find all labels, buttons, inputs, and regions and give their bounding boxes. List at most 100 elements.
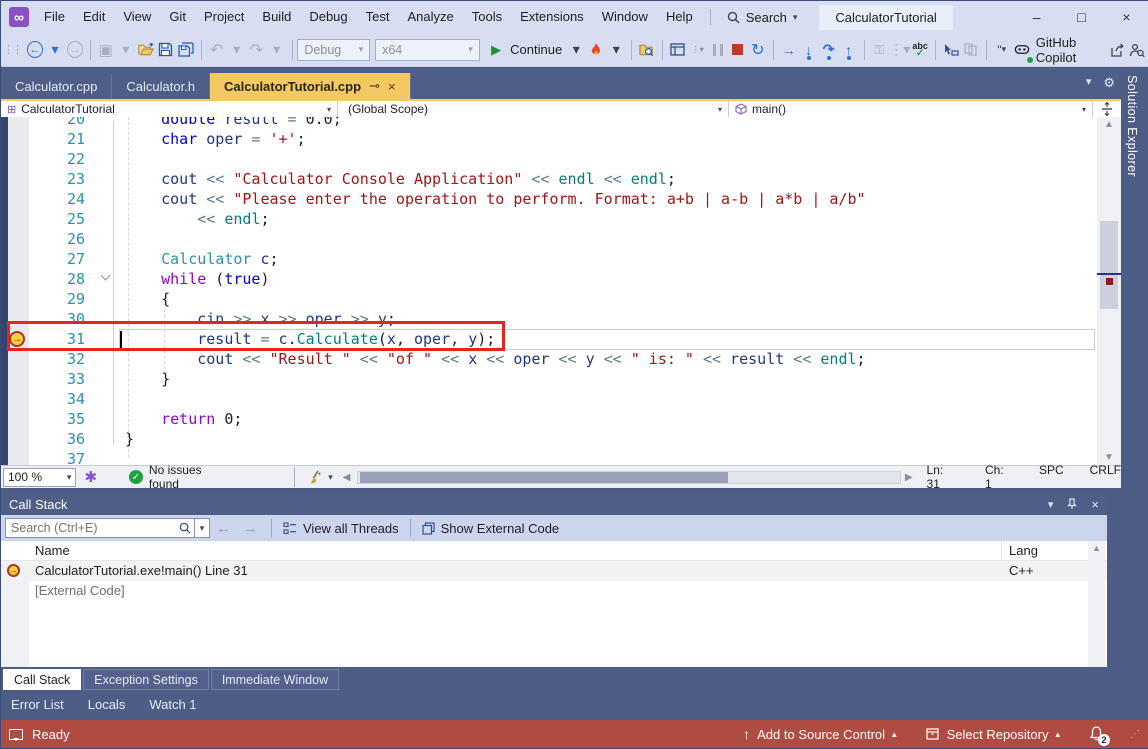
column-lang[interactable]: Lang — [1009, 543, 1038, 558]
code-cleanup-dropdown[interactable]: ▾ — [328, 472, 333, 483]
github-copilot-icon[interactable] — [1012, 38, 1032, 62]
function-dropdown[interactable]: main()▾ — [729, 101, 1093, 117]
panel-tab-call-stack[interactable]: Call Stack — [3, 669, 81, 690]
show-next-statement-icon[interactable]: → — [779, 38, 799, 62]
notifications-bell-icon[interactable]: 2 — [1088, 725, 1106, 743]
call-stack-search[interactable]: ▾ — [5, 518, 210, 538]
search-input[interactable] — [6, 521, 179, 535]
previous-frame-icon[interactable]: ← — [216, 520, 231, 537]
panel-tab-immediate-window[interactable]: Immediate Window — [211, 669, 339, 690]
intellicode-icon[interactable]: ✱ — [84, 468, 97, 486]
code-line-28[interactable]: 28 while (true) — [1, 269, 1097, 289]
split-window-handle[interactable] — [1093, 101, 1121, 117]
view-all-threads-button[interactable]: View all Threads — [279, 521, 403, 536]
tab-calculator-h[interactable]: Calculator.h — [112, 73, 210, 99]
search-button[interactable]: Search ▾ — [719, 10, 806, 25]
solution-platforms-dropdown[interactable]: x64▾ — [375, 39, 480, 61]
editor-horizontal-scrollbar[interactable] — [357, 471, 900, 484]
tab-list-dropdown-icon[interactable]: ▾ — [1086, 75, 1092, 91]
line-indicator[interactable]: Ln: 31 — [927, 463, 959, 491]
select-repository-button[interactable]: Select Repository ▴ — [915, 727, 1070, 742]
resize-grip[interactable]: ⋰ — [1130, 729, 1141, 740]
navigate-back-button[interactable]: ← — [25, 38, 45, 62]
show-external-code-button[interactable]: Show External Code — [418, 521, 564, 536]
menu-edit[interactable]: Edit — [74, 1, 114, 33]
find-in-files-icon[interactable] — [637, 38, 657, 62]
step-into-icon[interactable]: ↓ — [799, 38, 819, 62]
window-position-icon[interactable]: ▾ — [1048, 498, 1054, 511]
call-stack-header[interactable]: Call Stack ▾ × — [1, 493, 1107, 515]
menu-project[interactable]: Project — [195, 1, 253, 33]
close-panel-icon[interactable]: × — [1091, 497, 1099, 512]
redo-icon[interactable]: ↷ — [247, 38, 267, 62]
scrollbar-thumb[interactable] — [1100, 221, 1118, 309]
pin-tab-icon[interactable]: ⊸ — [369, 78, 380, 94]
scroll-down-icon[interactable]: ▼ — [1097, 452, 1121, 463]
column-indicator[interactable]: Ch: 1 — [985, 463, 1013, 491]
menu-help[interactable]: Help — [657, 1, 702, 33]
code-line-29[interactable]: 29 { — [1, 289, 1097, 309]
bottom-tab-error-list[interactable]: Error List — [11, 697, 64, 712]
scroll-up-icon[interactable]: ▲ — [1088, 543, 1105, 553]
column-name[interactable]: Name — [35, 543, 70, 558]
continue-dropdown[interactable]: ▾ — [566, 38, 586, 62]
scope-dropdown[interactable]: (Global Scope)▾ — [338, 101, 729, 117]
diagnostics-dropdown[interactable]: ⋮▾ — [889, 38, 910, 62]
panel-tab-exception-settings[interactable]: Exception Settings — [83, 669, 209, 690]
fold-chevron-icon[interactable] — [101, 271, 111, 281]
hscrollbar-thumb[interactable] — [360, 472, 728, 483]
solution-configurations-dropdown[interactable]: Debug▾ — [297, 39, 370, 61]
tab-calculatortutorial-cpp[interactable]: CalculatorTutorial.cpp⊸× — [210, 73, 411, 99]
hot-reload-dropdown[interactable]: ▾ — [606, 38, 626, 62]
editor-vertical-scrollbar[interactable]: ▲ ▼ — [1097, 117, 1121, 465]
github-copilot-label[interactable]: GitHub Copilot — [1032, 35, 1107, 65]
menu-analyze[interactable]: Analyze — [398, 1, 462, 33]
column-divider[interactable] — [1001, 541, 1002, 561]
step-out-icon[interactable]: ↑ — [839, 38, 859, 62]
call-stack-frame[interactable]: [External Code] — [1, 581, 1107, 601]
bottom-tab-locals[interactable]: Locals — [88, 697, 126, 712]
menu-debug[interactable]: Debug — [300, 1, 356, 33]
close-tab-icon[interactable]: × — [388, 79, 396, 94]
next-frame-icon[interactable]: → — [243, 520, 258, 537]
tab-options-gear-icon[interactable]: ⚙ — [1103, 75, 1115, 91]
feedback-icon[interactable] — [9, 729, 23, 740]
code-line-33[interactable]: 33 } — [1, 369, 1097, 389]
line-ending-indicator[interactable]: CRLF — [1090, 463, 1121, 491]
call-stack-column-header[interactable]: Name Lang — [1, 541, 1107, 561]
menu-test[interactable]: Test — [357, 1, 399, 33]
code-line-26[interactable]: 26 — [1, 229, 1097, 249]
search-options-dropdown[interactable]: ▾ — [194, 519, 209, 537]
code-cleanup-broom-icon[interactable] — [309, 470, 324, 485]
redo-dropdown[interactable]: ▾ — [267, 38, 287, 62]
code-line-32[interactable]: 32 cout << "Result " << "of " << x << op… — [1, 349, 1097, 369]
toolbar-overflow[interactable]: ⋮▾ — [688, 38, 708, 62]
continue-button[interactable]: Continue — [506, 42, 566, 57]
maximize-button[interactable]: □ — [1059, 1, 1104, 33]
break-all-icon[interactable] — [708, 38, 728, 62]
share-icon[interactable] — [1107, 38, 1127, 62]
quote-overflow-icon[interactable]: "▾ — [992, 38, 1012, 62]
code-line-20[interactable]: 20 double result = 0.0; — [1, 117, 1097, 129]
toolbar-grip[interactable]: ⋮⋮ — [3, 43, 21, 56]
code-line-25[interactable]: 25 << endl; — [1, 209, 1097, 229]
new-project-icon[interactable]: ▣ — [96, 38, 116, 62]
breakpoint-settings-icon[interactable] — [941, 38, 961, 62]
open-file-icon[interactable] — [136, 38, 156, 62]
save-all-icon[interactable] — [176, 38, 196, 62]
hscroll-left-icon[interactable]: ◀ — [343, 472, 351, 483]
space-mode-indicator[interactable]: SPC — [1039, 463, 1064, 491]
current-statement-breakpoint-icon[interactable]: → — [9, 331, 25, 347]
call-stack-scrollbar[interactable]: ▲ — [1088, 541, 1105, 667]
pin-icon[interactable] — [1067, 498, 1077, 510]
save-icon[interactable] — [156, 38, 176, 62]
issues-status[interactable]: No issues found — [149, 463, 234, 491]
navigate-back-dropdown[interactable]: ▾ — [45, 38, 65, 62]
minimize-button[interactable]: – — [1014, 1, 1059, 33]
live-share-person-icon[interactable] — [1127, 38, 1147, 62]
code-line-34[interactable]: 34 — [1, 389, 1097, 409]
diagnostics-icon[interactable]: ⚿ — [869, 38, 889, 62]
code-line-24[interactable]: 24 cout << "Please enter the operation t… — [1, 189, 1097, 209]
add-to-source-control-button[interactable]: ↑ Add to Source Control ▴ — [733, 726, 906, 742]
menu-view[interactable]: View — [114, 1, 160, 33]
